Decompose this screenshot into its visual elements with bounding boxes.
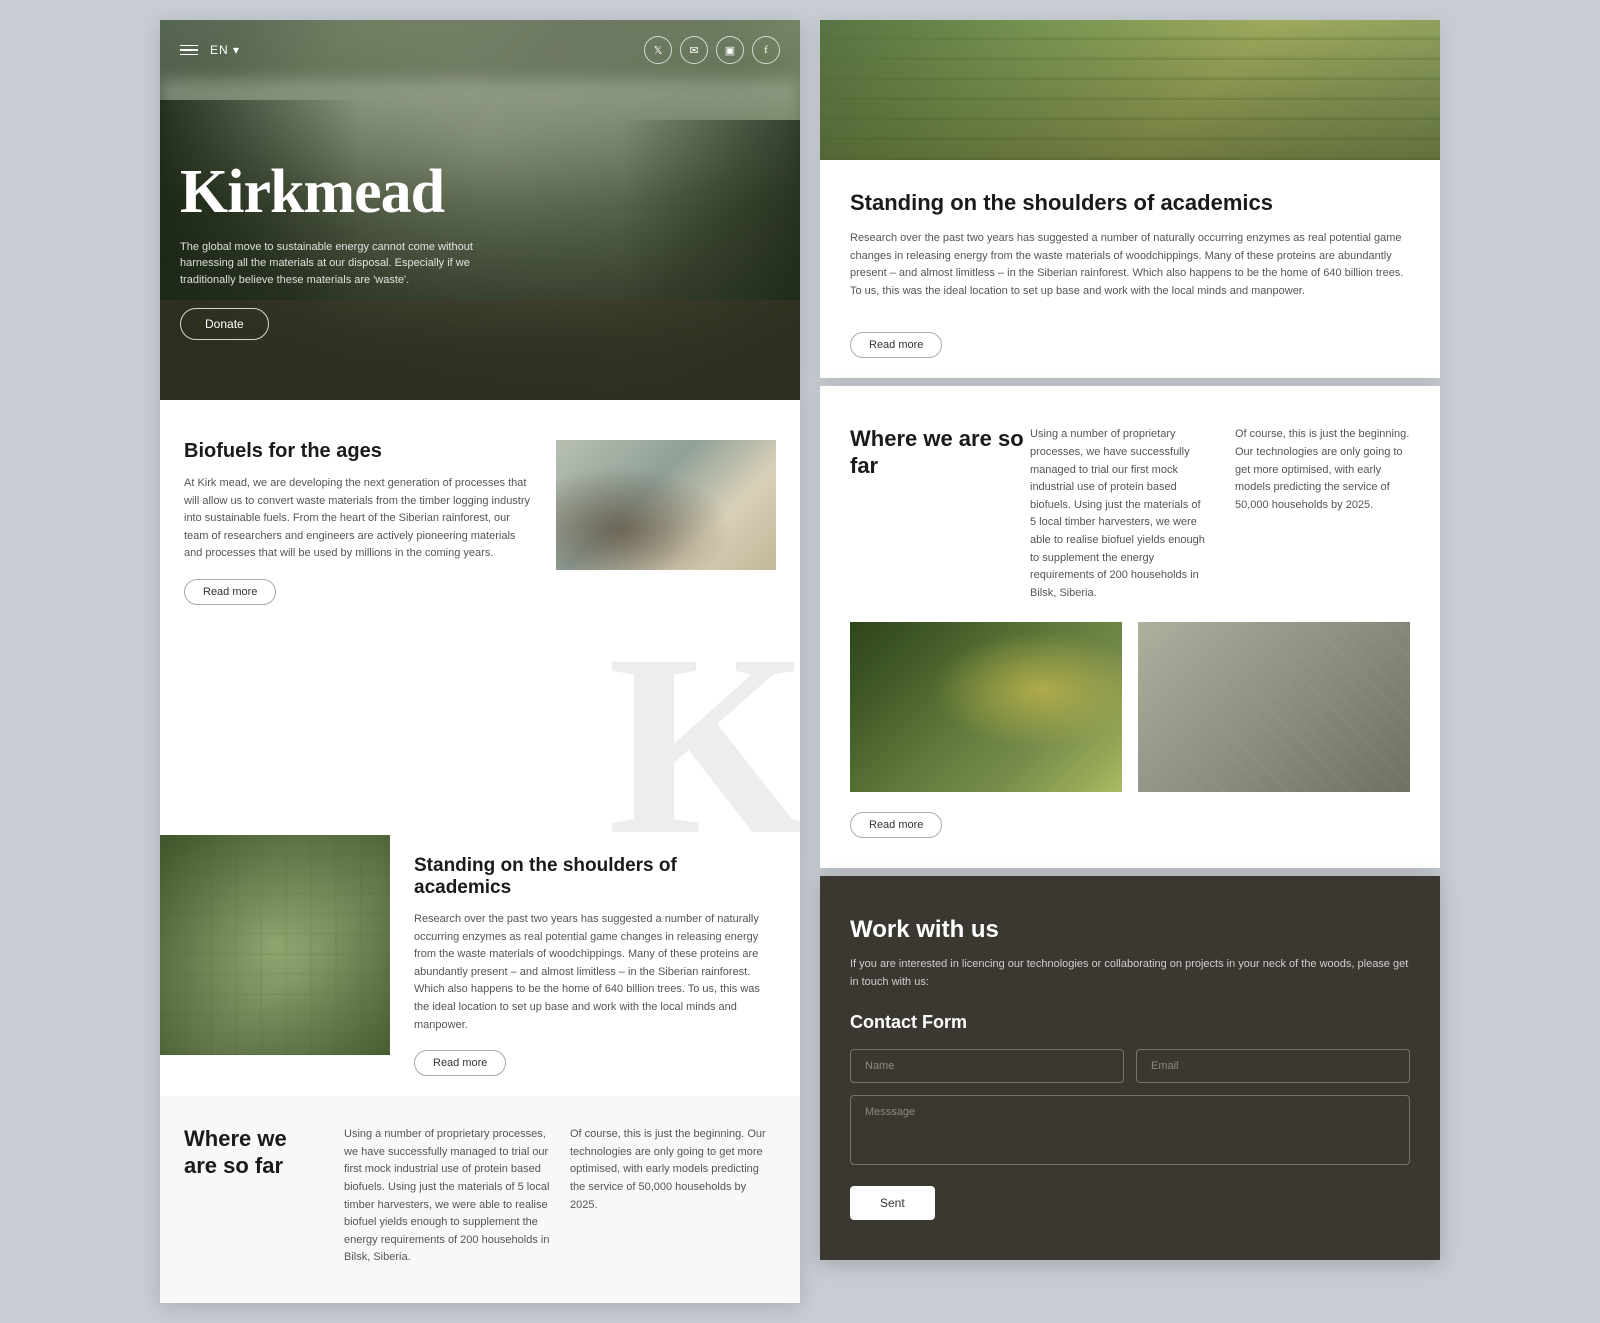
form-name-email-row <box>850 1049 1410 1083</box>
where-read-more-button[interactable]: Read more <box>850 812 942 838</box>
where-right-cols: Using a number of proprietary processes,… <box>1030 426 1410 602</box>
where-cols: Using a number of proprietary processes,… <box>344 1126 776 1283</box>
aerial-image-inner <box>160 835 390 1055</box>
academics-read-more-button[interactable]: Read more <box>414 1050 506 1076</box>
standing-section-right: Standing on the shoulders of academics R… <box>820 160 1440 378</box>
hero-content: Kirkmead The global move to sustainable … <box>180 161 780 341</box>
landscape-image-1 <box>850 622 1122 792</box>
where-text-cols: Using a number of proprietary processes,… <box>344 1126 776 1283</box>
where-col2: Of course, this is just the beginning. O… <box>570 1126 776 1267</box>
facebook-icon[interactable]: f <box>752 36 780 64</box>
message-textarea[interactable] <box>850 1095 1410 1165</box>
biofuels-read-more-button[interactable]: Read more <box>184 579 276 605</box>
where-right-title: Where we are so far <box>850 426 1030 479</box>
language-selector[interactable]: EN ▾ <box>210 43 240 57</box>
biofuels-text: Biofuels for the ages At Kirk mead, we a… <box>184 440 536 605</box>
academics-title: Standing on the shoulders of academics <box>414 855 776 899</box>
twitter-icon[interactable]: 𝕏 <box>644 36 672 64</box>
where-content: Where we are so far Using a number of pr… <box>184 1126 776 1283</box>
biofuels-body: At Kirk mead, we are developing the next… <box>184 475 536 563</box>
biofuels-section: Biofuels for the ages At Kirk mead, we a… <box>160 400 800 635</box>
standing-read-more-button[interactable]: Read more <box>850 332 942 358</box>
submit-button[interactable]: Sent <box>850 1186 935 1220</box>
where-right-section: Where we are so far Using a number of pr… <box>820 386 1440 868</box>
left-panel: EN ▾ 𝕏 ✉ ▣ f Kirkmead The global move to… <box>160 20 800 1303</box>
hero-subtitle: The global move to sustainable energy ca… <box>180 239 480 289</box>
deco-k-section: K <box>160 635 800 835</box>
where-right-header: Where we are so far Using a number of pr… <box>850 426 1410 602</box>
name-input[interactable] <box>850 1049 1124 1083</box>
hamburger-menu[interactable] <box>180 45 198 56</box>
right-top-section: Standing on the shoulders of academics R… <box>820 20 1440 378</box>
contact-title: Work with us <box>850 916 1410 944</box>
standing-title-right: Standing on the shoulders of academics <box>850 190 1410 216</box>
biofuels-title: Biofuels for the ages <box>184 440 536 463</box>
top-image-right <box>820 20 1440 160</box>
hero-title: Kirkmead <box>180 161 780 223</box>
biofuels-image-inner <box>556 440 776 570</box>
biofuels-image <box>556 440 776 570</box>
deco-k-letter: K <box>608 635 800 835</box>
landscape-image-2-inner <box>1138 622 1410 792</box>
where-right-col1: Using a number of proprietary processes,… <box>1030 426 1205 602</box>
where-right-title-col: Where we are so far <box>850 426 1030 602</box>
nav-bar: EN ▾ 𝕏 ✉ ▣ f <box>160 20 800 80</box>
hero-section: EN ▾ 𝕏 ✉ ▣ f Kirkmead The global move to… <box>160 20 800 400</box>
email-icon[interactable]: ✉ <box>680 36 708 64</box>
donate-button[interactable]: Donate <box>180 308 269 340</box>
where-right-col2: Of course, this is just the beginning. O… <box>1235 426 1410 602</box>
contact-section: Work with us If you are interested in li… <box>820 876 1440 1259</box>
landscape-image-2 <box>1138 622 1410 792</box>
landscape-image-1-inner <box>850 622 1122 792</box>
contact-desc: If you are interested in licencing our t… <box>850 956 1410 991</box>
right-panel: Standing on the shoulders of academics R… <box>820 20 1440 1260</box>
aerial-image <box>160 835 390 1055</box>
top-image-inner <box>820 20 1440 160</box>
nav-left: EN ▾ <box>180 43 240 57</box>
where-images-row <box>850 622 1410 792</box>
where-title-col: Where we are so far <box>184 1126 324 1179</box>
academics-section: Standing on the shoulders of academics R… <box>390 835 800 1096</box>
instagram-icon[interactable]: ▣ <box>716 36 744 64</box>
standing-body-right: Research over the past two years has sug… <box>850 230 1410 300</box>
email-input[interactable] <box>1136 1049 1410 1083</box>
social-icons-group: 𝕏 ✉ ▣ f <box>644 36 780 64</box>
contact-form-title: Contact Form <box>850 1012 1410 1033</box>
where-col1: Using a number of proprietary processes,… <box>344 1126 550 1267</box>
academics-body: Research over the past two years has sug… <box>414 911 776 1034</box>
academics-row: Standing on the shoulders of academics R… <box>160 835 800 1096</box>
where-title: Where we are so far <box>184 1126 324 1179</box>
